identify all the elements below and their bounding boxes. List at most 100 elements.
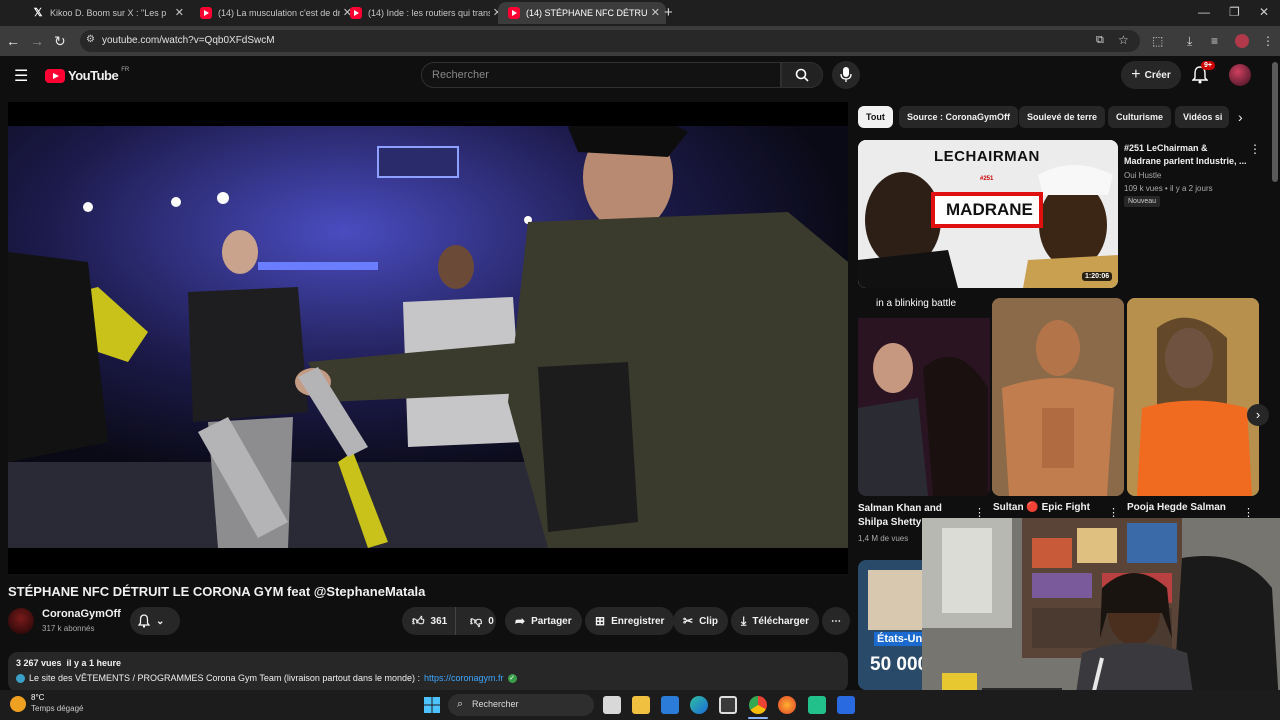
description-link[interactable]: https://coronagym.fr xyxy=(424,673,504,683)
youtube-logo[interactable]: YouTube FR xyxy=(45,67,129,83)
search-button[interactable] xyxy=(781,62,823,88)
create-button[interactable]: + Créer xyxy=(1121,61,1181,89)
title-line: #251 LeChairman & xyxy=(1124,143,1208,153)
close-tab-icon[interactable]: ✕ xyxy=(175,6,184,19)
description-text: Le site des VÊTEMENTS / PROGRAMMES Coron… xyxy=(29,673,420,683)
windows-logo-icon xyxy=(424,697,440,713)
app-icon[interactable] xyxy=(837,696,855,714)
youtube-icon xyxy=(350,7,362,19)
channel-name[interactable]: CoronaGymOff xyxy=(42,608,121,620)
calendar-icon[interactable] xyxy=(719,696,737,714)
chip-deadlift[interactable]: Soulevé de terre xyxy=(1019,106,1106,128)
new-tab-icon[interactable]: + xyxy=(664,4,673,21)
save-playlist-icon: ⊞ xyxy=(595,614,606,628)
clip-button[interactable]: ✂ Clip xyxy=(673,607,728,635)
globe-emoji-icon xyxy=(16,673,25,683)
close-tab-icon[interactable]: ✕ xyxy=(651,6,660,19)
back-icon[interactable]: ← xyxy=(6,33,20,49)
windows-start-icon[interactable] xyxy=(423,696,441,714)
chip-source[interactable]: Source : CoronaGymOff xyxy=(899,106,1019,128)
forward-icon[interactable]: → xyxy=(30,33,44,49)
search-icon xyxy=(795,68,809,82)
chevron-right-icon[interactable]: › xyxy=(1238,109,1243,125)
search-input[interactable]: Rechercher xyxy=(421,62,781,88)
video-thumbnail[interactable]: LECHAIRMAN #251 MADRANE 1:20:06 xyxy=(858,140,1118,288)
share-button[interactable]: ➦ Partager xyxy=(505,607,582,635)
download-icon[interactable]: ⤓ xyxy=(1187,34,1192,48)
address-bar[interactable]: ⚙ youtube.com/watch?v=Qqb0XFdSwcM ⧉ ☆ xyxy=(80,30,1140,52)
task-view-icon[interactable] xyxy=(603,696,621,714)
minimize-icon[interactable]: — xyxy=(1198,5,1210,19)
windows-taskbar: 8°C Temps dégagé ⌕ Rechercher xyxy=(0,690,1280,720)
chip-all[interactable]: Tout xyxy=(858,106,893,128)
shorts-next-button[interactable]: › xyxy=(1247,404,1269,426)
dislike-button[interactable]: 👎︎ 0 xyxy=(462,607,494,635)
tab-title: (14) Inde : les routiers qui trans xyxy=(368,8,490,18)
short-title[interactable]: Sultan 🔴 Epic Fight xyxy=(993,502,1090,513)
voice-search-button[interactable] xyxy=(832,61,860,89)
more-actions-button[interactable]: ⋯ xyxy=(822,607,850,635)
obs-app-icon[interactable] xyxy=(808,696,826,714)
short-thumbnail[interactable] xyxy=(1127,298,1259,496)
notifications-button[interactable]: 9+ xyxy=(1191,61,1215,89)
browser-tab-active[interactable]: (14) STÉPHANE NFC DÉTRUIT L ✕ xyxy=(498,2,666,24)
clip-label: Clip xyxy=(699,615,718,627)
edge-icon[interactable] xyxy=(690,696,708,714)
chip-similar-videos[interactable]: Vidéos si xyxy=(1175,106,1229,128)
firefox-icon[interactable] xyxy=(778,696,796,714)
youtube-header: ☰ YouTube FR Rechercher + Créer 9+ xyxy=(0,56,1280,96)
taskbar-search[interactable]: ⌕ Rechercher xyxy=(448,694,594,716)
video-thumbnail[interactable]: États-Uni 50 000 xyxy=(858,560,922,690)
thumbs-up-icon: 👍︎ xyxy=(412,613,425,628)
short-thumbnail[interactable]: in a blinking battle xyxy=(858,298,990,496)
share-icon: ➦ xyxy=(515,614,526,628)
recommended-channel[interactable]: Oui Hustle xyxy=(1124,171,1161,180)
thumbnail-text: États-Uni xyxy=(874,632,922,646)
bell-icon xyxy=(138,614,150,628)
menu-dots-icon[interactable]: ⋮ xyxy=(1262,34,1274,48)
download-button[interactable]: ⤓ Télécharger xyxy=(731,607,820,635)
description-box[interactable]: 3 267 vues il y a 1 heure Le site des VÊ… xyxy=(8,652,848,692)
weather-description: Temps dégagé xyxy=(31,704,84,713)
page-scrollbar[interactable] xyxy=(1272,62,1278,182)
short-thumbnail[interactable] xyxy=(992,298,1124,496)
cast-icon[interactable]: ⧉ xyxy=(1096,34,1104,47)
restore-icon[interactable]: ❐ xyxy=(1229,5,1240,19)
like-count: 361 xyxy=(430,615,448,627)
store-icon[interactable] xyxy=(661,696,679,714)
more-vertical-icon[interactable]: ⋮ xyxy=(1249,142,1261,156)
short-thumbnail-image xyxy=(992,298,1124,496)
profile-avatar[interactable] xyxy=(1235,34,1249,48)
reload-icon[interactable]: ↻ xyxy=(54,33,66,49)
chip-bodybuilding[interactable]: Culturisme xyxy=(1108,106,1172,128)
subscription-bell-button[interactable]: ⌄ xyxy=(130,607,180,635)
short-thumbnail-image xyxy=(858,298,990,496)
recommended-video-title[interactable]: #251 LeChairman & Madrane parlent Indust… xyxy=(1124,142,1250,168)
extensions-icon[interactable]: ⬚ xyxy=(1152,34,1163,48)
url-text[interactable]: youtube.com/watch?v=Qqb0XFdSwcM xyxy=(102,35,275,46)
video-player[interactable] xyxy=(8,102,848,574)
like-dislike-group: 👍︎ 361 👎︎ 0 xyxy=(402,607,496,635)
site-info-icon[interactable]: ⚙ xyxy=(86,34,95,45)
file-explorer-icon[interactable] xyxy=(632,696,650,714)
hamburger-menu-icon[interactable]: ☰ xyxy=(14,66,28,86)
scissors-icon: ✂ xyxy=(683,614,694,628)
save-button[interactable]: ⊞ Enregistrer xyxy=(585,607,675,635)
chrome-icon[interactable] xyxy=(749,696,767,714)
browser-tab[interactable]: (14) La musculation c'est de dr ✕ xyxy=(190,2,358,24)
account-avatar[interactable] xyxy=(1229,64,1251,86)
browser-tab[interactable]: 𝕏 Kikoo D. Boom sur X : "Les p ✕ xyxy=(22,2,190,24)
like-button[interactable]: 👍︎ 361 xyxy=(402,607,456,635)
short-title[interactable]: Pooja Hegde Salman xyxy=(1127,502,1226,513)
microphone-icon xyxy=(840,67,852,82)
tab-groups-icon[interactable]: ≡ xyxy=(1211,34,1218,48)
youtube-icon xyxy=(200,7,212,19)
close-window-icon[interactable]: ✕ xyxy=(1259,5,1269,19)
browser-toolbar: ← → ↻ ⚙ youtube.com/watch?v=Qqb0XFdSwcM … xyxy=(0,26,1280,56)
tab-title: Kikoo D. Boom sur X : "Les p xyxy=(50,8,167,18)
new-badge: Nouveau xyxy=(1124,196,1161,207)
browser-tab[interactable]: (14) Inde : les routiers qui trans ✕ xyxy=(340,2,508,24)
weather-icon[interactable] xyxy=(10,696,26,712)
bookmark-star-icon[interactable]: ☆ xyxy=(1118,33,1129,47)
channel-avatar[interactable] xyxy=(8,608,34,634)
